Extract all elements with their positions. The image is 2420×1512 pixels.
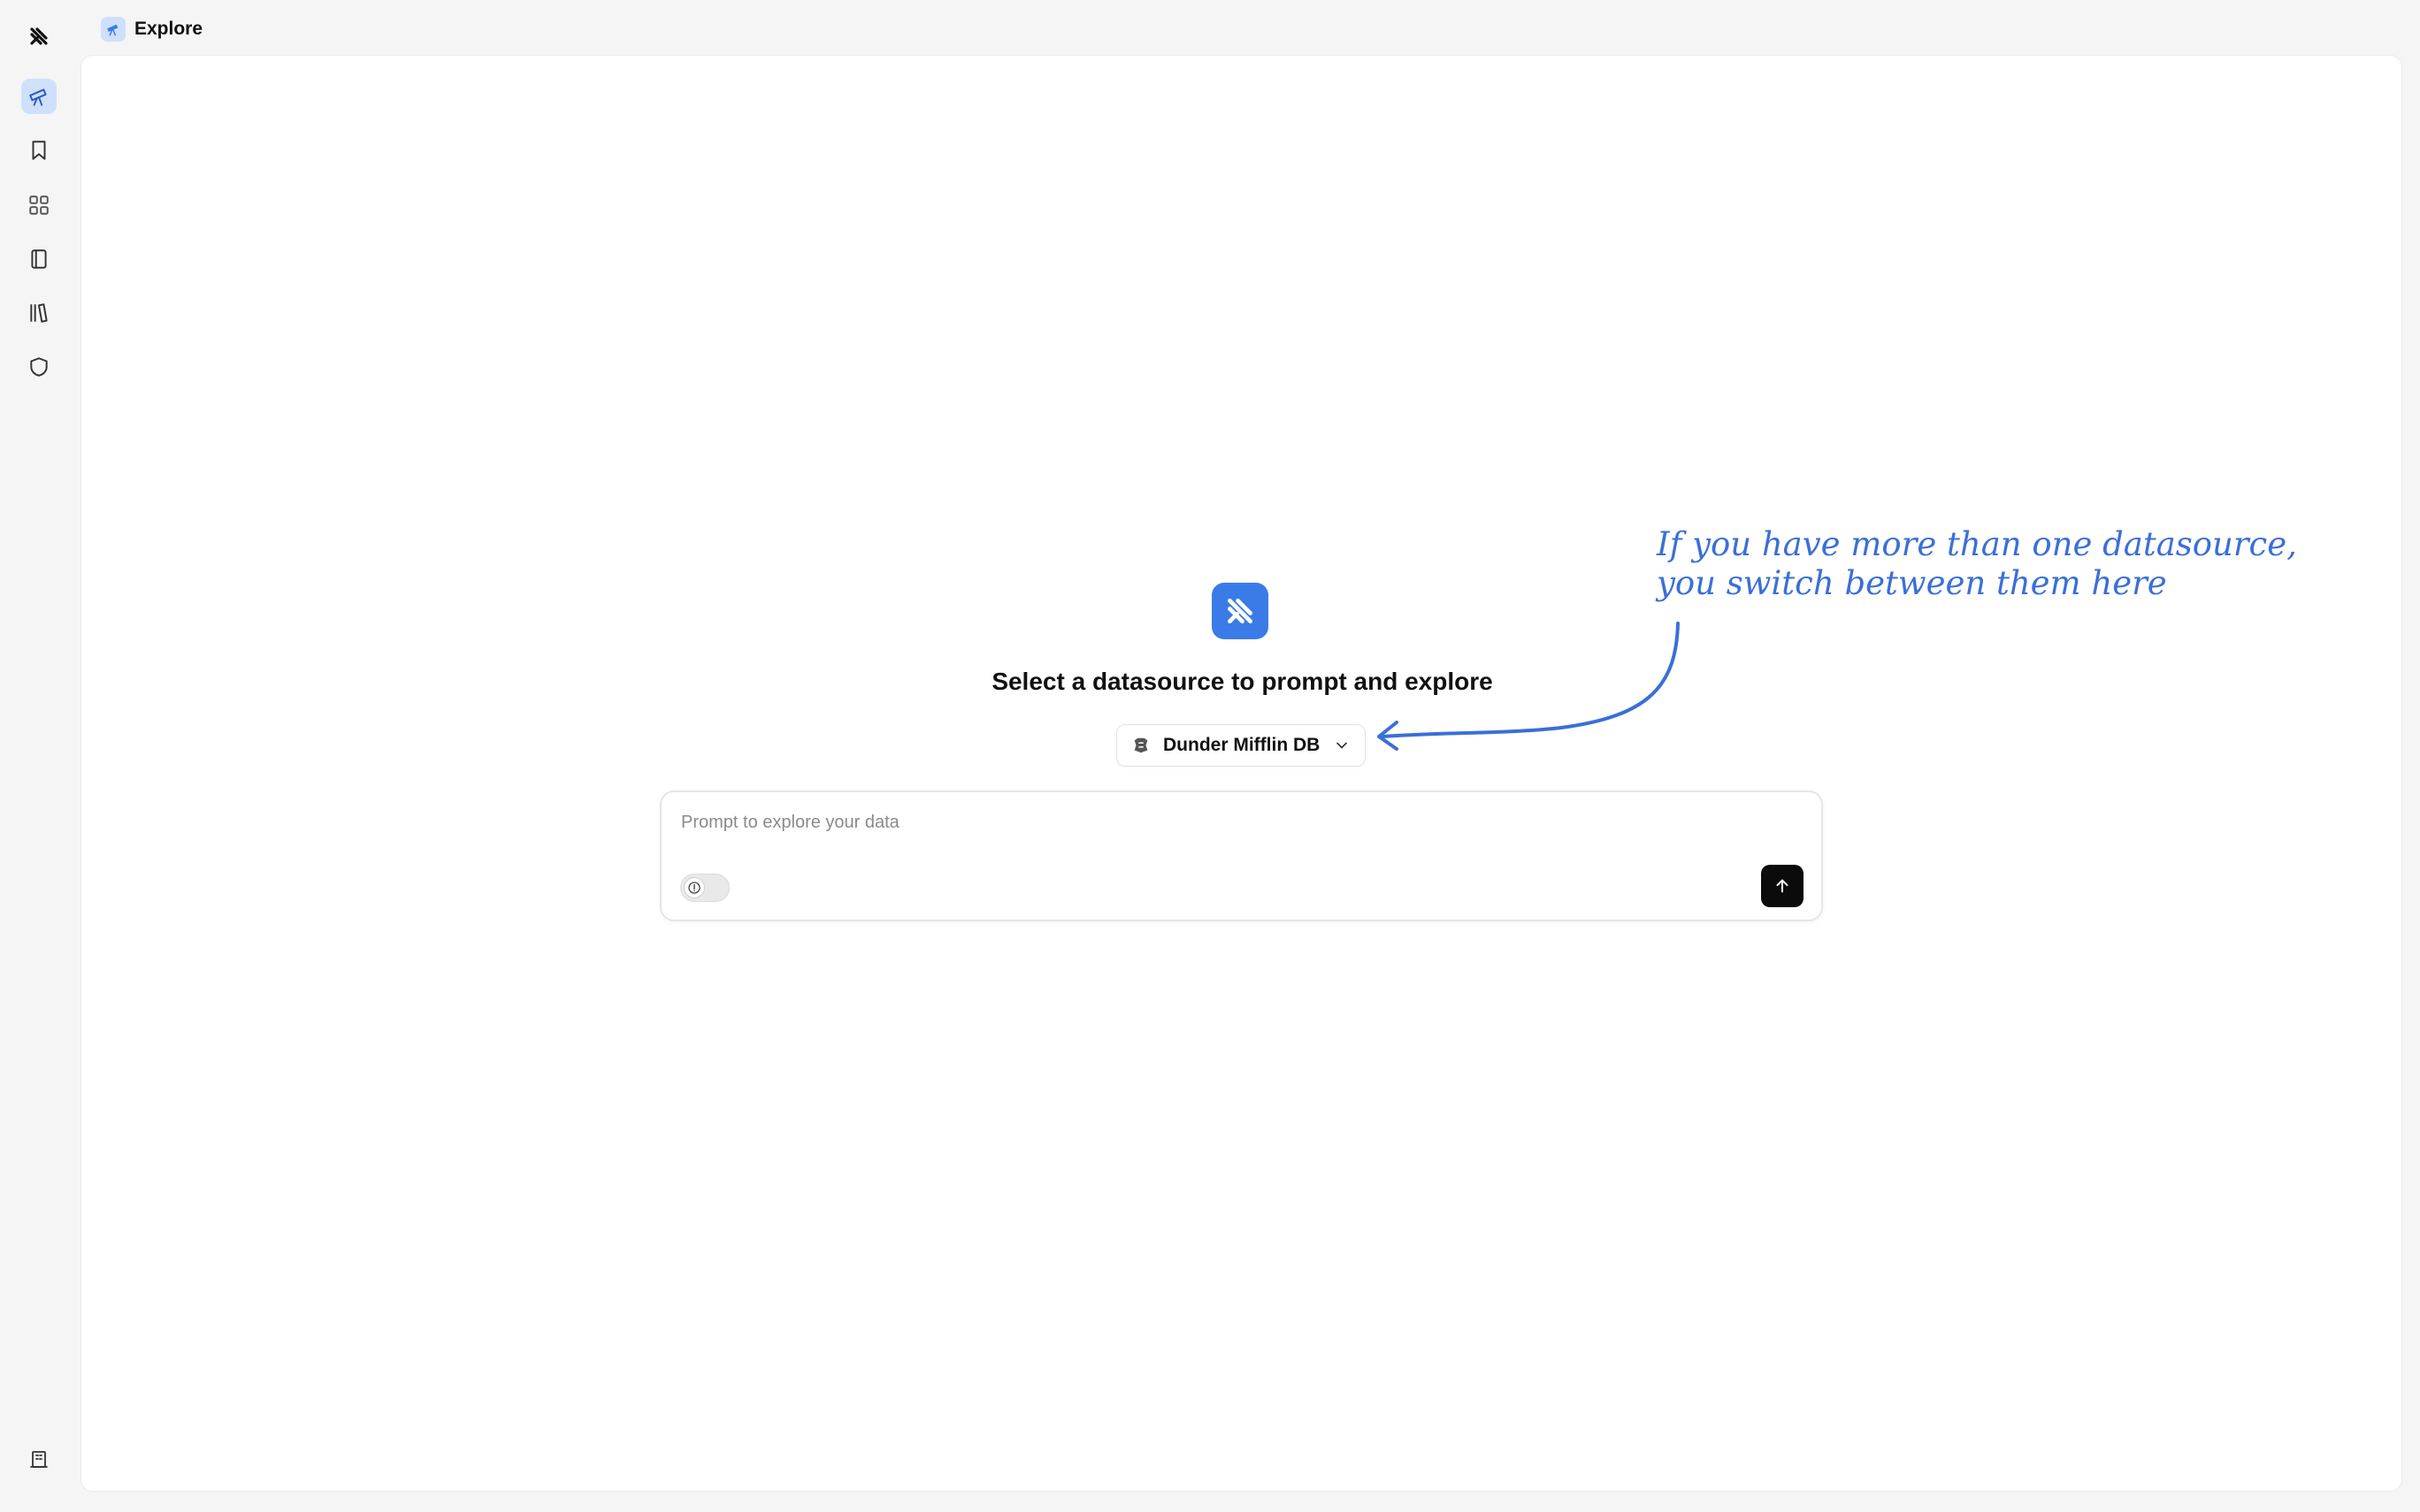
sidebar-item-library[interactable] <box>21 295 57 331</box>
annotation-line-2: you switch between them here <box>1657 564 2167 602</box>
annotation-note: If you have more than one datasource, yo… <box>1657 525 2364 603</box>
dashboard-grid-icon <box>29 195 49 215</box>
building-icon[interactable] <box>25 1445 53 1473</box>
main-panel: Select a datasource to prompt and explor… <box>80 55 2402 1492</box>
chevron-down-icon <box>1336 742 1347 749</box>
sidebar-item-security[interactable] <box>21 349 57 385</box>
page-header: Explore <box>101 16 203 42</box>
mode-toggle[interactable] <box>680 874 730 902</box>
sidebar <box>0 0 79 1512</box>
library-icon <box>30 303 48 323</box>
prompt-box <box>660 790 1823 921</box>
database-icon <box>1134 737 1148 753</box>
info-icon <box>688 882 701 894</box>
page-title: Explore <box>134 19 203 39</box>
sidebar-item-notebooks[interactable] <box>21 241 57 277</box>
annotation-line-1: If you have more than one datasource, <box>1657 525 2297 563</box>
hero-title: Select a datasource to prompt and explor… <box>992 668 1493 695</box>
shield-icon <box>30 357 48 377</box>
sidebar-item-dashboards[interactable] <box>21 187 57 223</box>
app-logo-icon <box>1212 583 1268 639</box>
bookmark-icon <box>32 141 46 160</box>
sidebar-item-saved[interactable] <box>21 133 57 168</box>
telescope-icon <box>101 17 126 42</box>
arrow-up-icon <box>1776 879 1788 893</box>
sidebar-item-explore[interactable] <box>21 79 57 114</box>
send-button[interactable] <box>1761 865 1804 907</box>
toggle-knob <box>684 877 705 898</box>
prompt-input[interactable] <box>679 808 1741 836</box>
notebook-icon <box>31 249 47 269</box>
datasource-select[interactable]: Dunder Mifflin DB <box>1116 724 1366 767</box>
app-logo-icon[interactable] <box>25 22 53 50</box>
annotation-arrow <box>1377 622 1680 751</box>
telescope-icon <box>29 88 47 106</box>
datasource-selected-label: Dunder Mifflin DB <box>1163 735 1321 755</box>
